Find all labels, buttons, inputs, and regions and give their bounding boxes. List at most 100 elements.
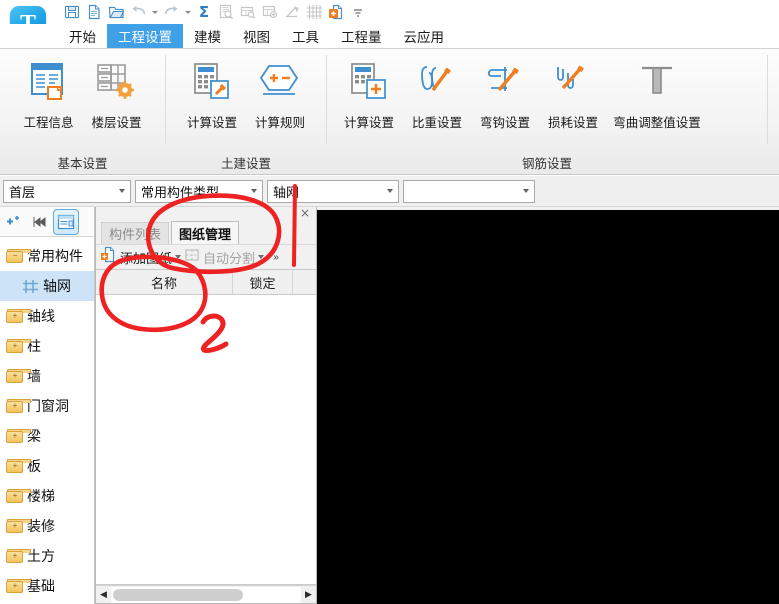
tree-node-foundation[interactable]: + 基础 — [0, 571, 94, 601]
close-icon[interactable]: × — [298, 206, 312, 220]
add-document-icon[interactable] — [326, 2, 346, 22]
tree-node-axis-grid[interactable]: 轴网 — [0, 271, 94, 301]
chevron-down-icon[interactable] — [382, 181, 398, 202]
tree-node-wall[interactable]: + 墙 — [0, 361, 94, 391]
extra-select[interactable] — [403, 179, 535, 203]
ribbon-button-civil-calc-settings[interactable]: 计算设置 — [178, 58, 246, 131]
ribbon-label-bend-adjust-settings: 弯曲调整值设置 — [613, 116, 701, 130]
panel-titlebar: × — [96, 207, 316, 220]
open-folder-icon[interactable] — [106, 2, 126, 22]
tree-node-door-window-opening[interactable]: + 门窗洞 — [0, 391, 94, 421]
tree-node-slab[interactable]: + 板 — [0, 451, 94, 481]
folder-plus-icon: + — [6, 309, 31, 323]
auto-split-dropdown-icon[interactable] — [255, 247, 267, 267]
ribbon-group-title-rebar: 钢筋设置 — [521, 156, 572, 171]
add-drawing-button[interactable]: 添加图纸 — [100, 246, 172, 268]
ribbon-button-rebar-calc-settings[interactable]: 计算设置 — [335, 58, 403, 131]
tree-node-axis-line[interactable]: + 轴线 — [0, 301, 94, 331]
tabbar-spacer — [0, 47, 58, 48]
tree-node-label: 土方 — [27, 548, 55, 564]
tab-component-list[interactable]: 构件列表 — [101, 222, 170, 244]
redo-icon[interactable] — [161, 2, 181, 22]
ribbon-button-hook-settings[interactable]: 弯钩设置 — [471, 58, 539, 131]
tab-kaishi[interactable]: 开始 — [58, 24, 107, 48]
application-window: T — [0, 0, 779, 604]
ribbon-label-floor-settings: 楼层设置 — [91, 116, 142, 130]
ribbon-button-calc-rules[interactable]: 计算规则 — [246, 58, 314, 131]
drawing-grid-body[interactable] — [96, 295, 316, 585]
ribbon-button-bend-adjust-settings[interactable]: 弯曲调整值设置 — [607, 58, 707, 131]
column-header-lock[interactable]: 锁定 — [233, 270, 293, 294]
new-component-icon[interactable] — [3, 210, 25, 234]
tab-gongju[interactable]: 工具 — [281, 24, 330, 48]
report-add-icon — [260, 2, 280, 22]
ribbon-separator-3 — [767, 55, 768, 144]
ribbon-button-floor-settings[interactable]: 楼层设置 — [83, 58, 151, 131]
folder-plus-icon: + — [6, 549, 31, 563]
rebar-calc-settings-icon — [347, 58, 391, 108]
scrollbar-track[interactable] — [111, 586, 301, 603]
customize-qat-icon[interactable] — [348, 2, 368, 22]
tree-node-column[interactable]: + 柱 — [0, 331, 94, 361]
folder-open-icon: − — [6, 249, 31, 263]
weight-settings-icon — [415, 58, 459, 108]
toggle-panel-icon[interactable] — [53, 208, 79, 235]
ribbon-body: 工程信息 楼层设置 基本设置 计算设置 计算规则 土建设置 计算设置 比重设置 … — [0, 49, 779, 175]
drawing-management-panel: × 构件列表 图纸管理 添加图纸 自动分割 » 名称 锁定 ◀ ▶ — [95, 207, 317, 604]
scroll-left-icon[interactable]: ◀ — [96, 587, 111, 603]
ribbon-group-title-civil: 土建设置 — [220, 156, 271, 171]
drawing-canvas[interactable] — [317, 210, 779, 604]
tree-node-label: 门窗洞 — [27, 398, 69, 414]
tree-node-label: 装修 — [27, 518, 55, 534]
floor-select[interactable]: 首层 — [3, 179, 131, 203]
component-select-value: 轴网 — [273, 184, 300, 200]
auto-split-button[interactable]: 自动分割 — [184, 247, 255, 268]
measure-pencil-icon — [282, 2, 302, 22]
undo-dropdown-icon[interactable] — [150, 2, 159, 22]
toolbar-overflow-icon[interactable]: » — [267, 247, 285, 267]
ribbon-button-weight-settings[interactable]: 比重设置 — [403, 58, 471, 131]
folder-plus-icon: + — [6, 489, 31, 503]
save-icon[interactable] — [62, 2, 82, 22]
undo-icon[interactable] — [128, 2, 148, 22]
component-select[interactable]: 轴网 — [267, 179, 399, 203]
component-tree: − 常用构件 轴网 + 轴线 + 柱 + 墙 + 门窗洞 + 梁 + 板 + 楼… — [0, 237, 94, 604]
redo-dropdown-icon[interactable] — [183, 2, 192, 22]
tree-node-decoration[interactable]: + 装修 — [0, 511, 94, 541]
tree-node-earthwork[interactable]: + 土方 — [0, 541, 94, 571]
add-drawing-icon — [100, 246, 117, 268]
tab-gongchengshezhi[interactable]: 工程设置 — [107, 24, 183, 48]
sum-sigma-icon[interactable]: Σ — [194, 2, 214, 22]
ribbon-group-basic-settings: 工程信息 楼层设置 基本设置 — [0, 49, 165, 175]
chevron-down-icon[interactable] — [518, 181, 534, 202]
scrollbar-thumb[interactable] — [113, 588, 243, 601]
expand-all-icon[interactable] — [28, 210, 50, 234]
folder-minus-glyph: − — [12, 251, 18, 260]
selector-bar: 首层 常用构件类型 轴网 — [0, 176, 779, 207]
scroll-right-icon[interactable]: ▶ — [301, 587, 316, 603]
tab-shitu[interactable]: 视图 — [232, 24, 281, 48]
chevron-down-icon[interactable] — [246, 181, 262, 202]
ribbon-label-loss-settings: 损耗设置 — [547, 116, 598, 130]
ribbon-label-calc-rules: 计算规则 — [254, 116, 305, 130]
tab-drawing-management[interactable]: 图纸管理 — [171, 221, 240, 244]
panel-horizontal-scrollbar[interactable]: ◀ ▶ — [96, 585, 316, 603]
tab-jianmo[interactable]: 建模 — [183, 24, 232, 48]
ribbon-label-project-info: 工程信息 — [23, 116, 74, 130]
chevron-down-icon[interactable] — [114, 181, 130, 202]
ribbon-button-project-info[interactable]: 工程信息 — [15, 58, 83, 131]
folder-plus-icon: + — [6, 579, 31, 593]
tree-node-common-components[interactable]: − 常用构件 — [0, 241, 94, 271]
report-query-icon — [238, 2, 258, 22]
tree-node-label: 楼梯 — [27, 488, 55, 504]
tab-gongchengliang[interactable]: 工程量 — [330, 24, 393, 48]
add-drawing-dropdown-icon[interactable] — [172, 247, 184, 267]
folder-plus-icon: + — [6, 429, 31, 443]
tree-node-beam[interactable]: + 梁 — [0, 421, 94, 451]
tab-yunyingyong[interactable]: 云应用 — [393, 24, 456, 48]
tree-node-stair[interactable]: + 楼梯 — [0, 481, 94, 511]
ribbon-button-loss-settings[interactable]: 损耗设置 — [539, 58, 607, 131]
category-select[interactable]: 常用构件类型 — [135, 179, 263, 203]
column-header-name[interactable]: 名称 — [96, 270, 233, 294]
new-file-icon[interactable] — [84, 2, 104, 22]
